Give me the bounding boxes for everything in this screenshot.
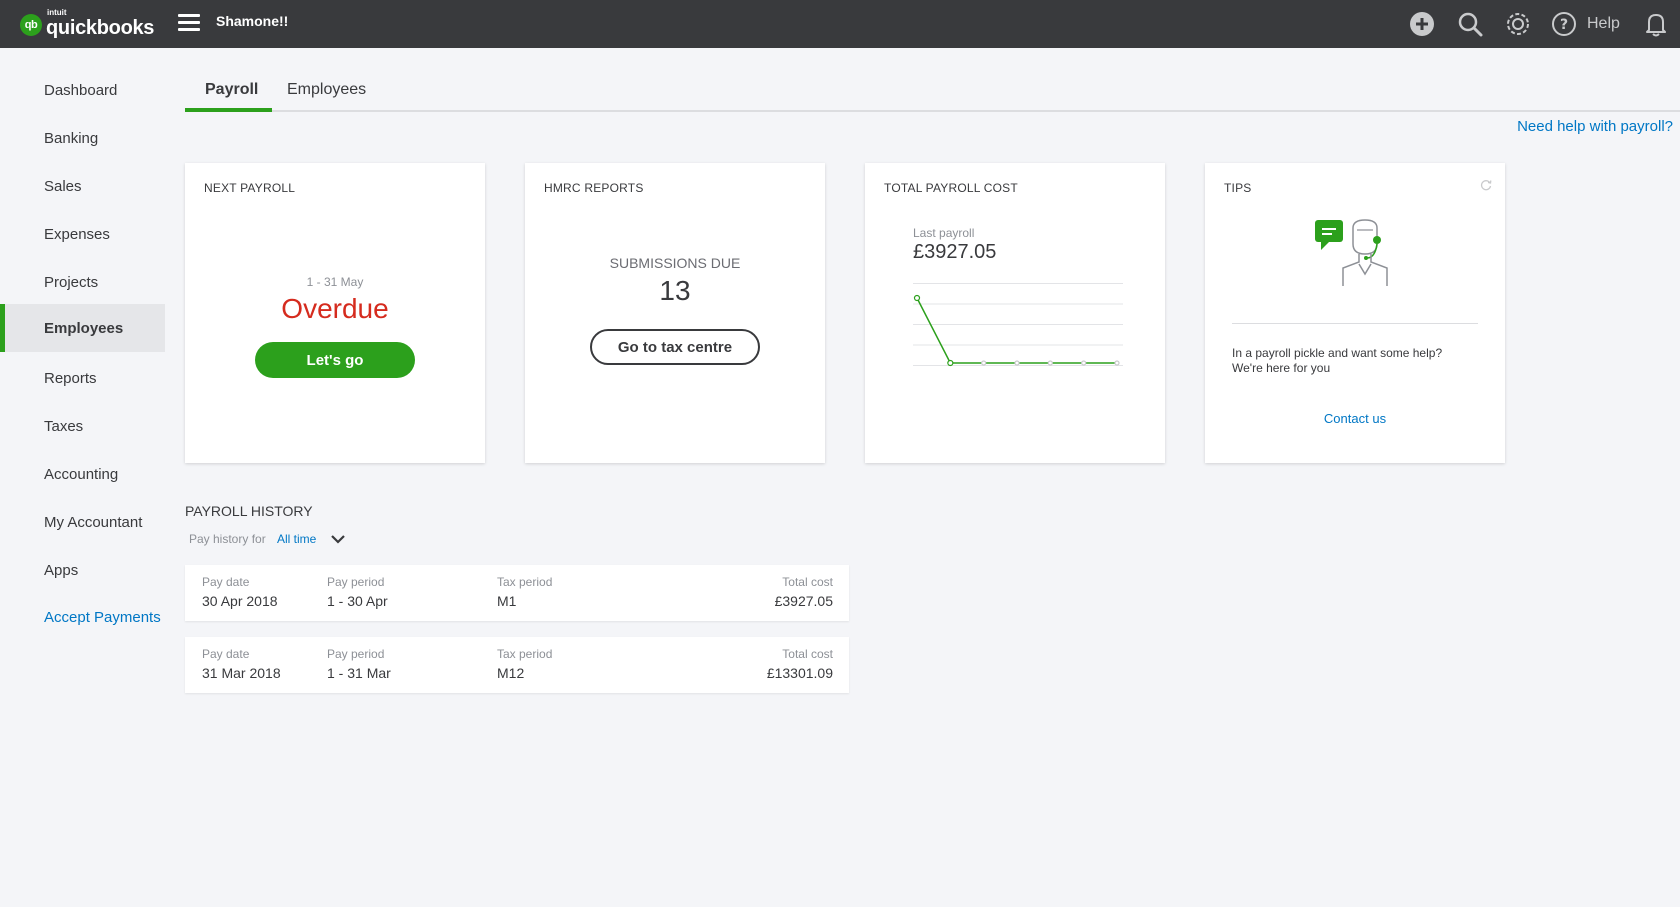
gear-icon[interactable] [1504,10,1532,38]
pay-history-filter-value[interactable]: All time [277,532,316,546]
hmrc-reports-card: HMRC REPORTS SUBMISSIONS DUE 13 Go to ta… [525,163,825,463]
tips-card: TIPS In a payroll pickle and want some h… [1205,163,1505,463]
logo-brand: intuit [47,8,67,17]
cost-series-line [916,297,1117,364]
payroll-cost-chart [913,283,1123,367]
total-cost-label: Total cost [782,647,833,661]
sidebar-item-reports[interactable]: Reports [0,354,165,402]
menu-icon[interactable] [178,14,200,32]
sidebar-item-dashboard[interactable]: Dashboard [0,66,165,114]
sidebar-item-employees[interactable]: Employees [0,304,165,352]
chart-point [1081,360,1087,366]
payroll-history-row[interactable]: Pay date 31 Mar 2018 Pay period 1 - 31 M… [185,637,849,693]
sidebar-item-accept-payments[interactable]: Accept Payments [0,593,165,641]
top-bar: qb intuit quickbooks Shamone!! ? Help [0,0,1680,48]
tips-text-line1: In a payroll pickle and want some help? [1232,346,1443,360]
sidebar-item-apps[interactable]: Apps [0,546,165,594]
payroll-history-row[interactable]: Pay date 30 Apr 2018 Pay period 1 - 30 A… [185,565,849,621]
payroll-status: Overdue [281,293,389,324]
submissions-due-label: SUBMISSIONS DUE [609,255,741,271]
sidebar-item-my-accountant[interactable]: My Accountant [0,498,165,546]
pay-date-label: Pay date [202,647,250,661]
chart-point [1014,360,1020,366]
logo-name: quickbooks [46,17,155,39]
pay-date-value: 30 Apr 2018 [202,593,278,609]
payroll-period: 1 - 31 May [306,275,364,289]
card-title: HMRC REPORTS [544,181,644,195]
pay-period-label: Pay period [327,575,385,589]
logo-wordmark: intuit quickbooks [46,8,155,39]
sidebar-item-projects[interactable]: Projects [0,258,165,306]
company-name: Shamone!! [216,13,289,29]
go-to-tax-centre-button[interactable]: Go to tax centre [590,329,760,365]
card-title: TOTAL PAYROLL COST [884,181,1018,195]
tax-period-label: Tax period [497,575,553,589]
tab-employees[interactable]: Employees [287,78,366,112]
pay-date-label: Pay date [202,575,250,589]
card-title: NEXT PAYROLL [204,181,296,195]
chart-point [1047,360,1053,366]
payroll-tabs: Payroll Employees [185,78,1680,112]
quickbooks-logo[interactable]: qb intuit quickbooks [20,8,155,39]
chart-point [913,294,921,302]
qb-logo-icon: qb [20,14,42,36]
search-icon[interactable] [1456,10,1484,38]
lets-go-button[interactable]: Let's go [255,342,415,378]
sidebar-item-banking[interactable]: Banking [0,114,165,162]
tab-payroll[interactable]: Payroll [185,78,272,112]
pay-period-label: Pay period [327,647,385,661]
pay-date-value: 31 Mar 2018 [202,665,281,681]
chart-point [1114,360,1120,366]
total-cost-value: £3927.05 [774,593,833,609]
support-agent-illustration-icon [1315,219,1388,286]
payroll-help-link[interactable]: Need help with payroll? [1517,118,1673,135]
chevron-down-icon[interactable] [330,533,346,545]
tax-period-value: M1 [497,593,517,609]
sidebar-item-sales[interactable]: Sales [0,162,165,210]
payroll-history-title: PAYROLL HISTORY [185,503,313,519]
tax-period-label: Tax period [497,647,553,661]
total-cost-label: Total cost [782,575,833,589]
chart-point [981,360,987,366]
help-circle-icon[interactable]: ? [1550,10,1578,38]
last-payroll-amount: £3927.05 [913,241,997,263]
tips-divider [1232,323,1478,324]
last-payroll-caption: Last payroll [913,226,975,240]
chart-point [947,359,954,367]
pay-period-value: 1 - 31 Mar [327,665,391,681]
tips-text-line2: We're here for you [1232,361,1331,375]
pay-history-filter-label: Pay history for [189,532,266,546]
sidebar-item-expenses[interactable]: Expenses [0,210,165,258]
svg-text:?: ? [1560,17,1568,33]
tax-period-value: M12 [497,665,525,681]
total-cost-value: £13301.09 [766,665,833,681]
sidebar-item-taxes[interactable]: Taxes [0,402,165,450]
total-payroll-cost-card: TOTAL PAYROLL COST Last payroll £3927.05 [865,163,1165,463]
help-label[interactable]: Help [1587,15,1620,33]
contact-us-link[interactable]: Contact us [1205,411,1505,426]
submissions-due-count: 13 [659,275,691,306]
card-title: TIPS [1224,181,1252,195]
plus-circle-icon[interactable] [1408,10,1436,38]
refresh-icon[interactable] [1479,178,1493,192]
next-payroll-card: NEXT PAYROLL 1 - 31 May Overdue Let's go [185,163,485,463]
pay-period-value: 1 - 30 Apr [327,593,388,609]
sidebar-item-accounting[interactable]: Accounting [0,450,165,498]
bell-icon[interactable] [1642,10,1670,38]
